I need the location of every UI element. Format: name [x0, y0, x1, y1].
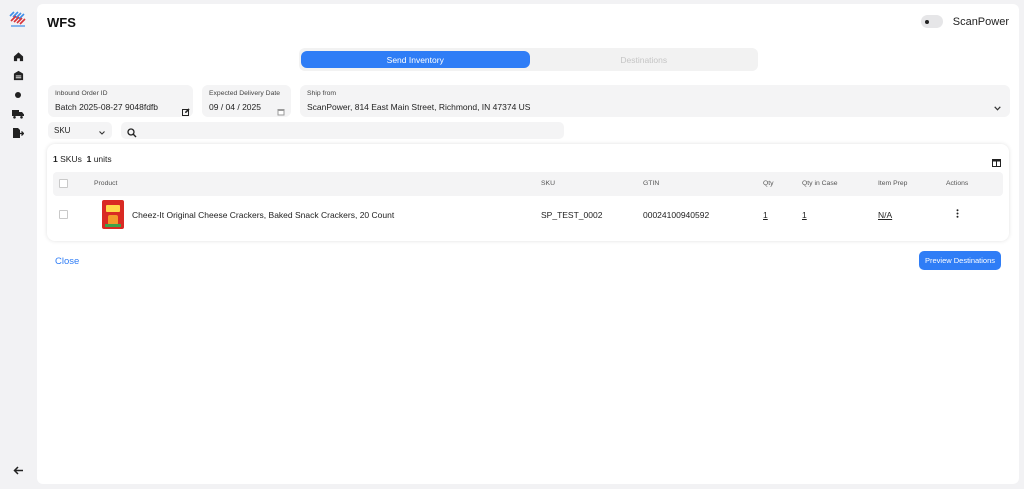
arrow-left-icon[interactable] — [11, 463, 25, 477]
inbound-order-id-field[interactable]: Inbound Order ID Batch 2025-08-27 9048fd… — [48, 85, 193, 117]
sku-value: SP_TEST_0002 — [541, 210, 603, 220]
expected-delivery-date-field[interactable]: Expected Delivery Date 09 / 04 / 2025 — [202, 85, 291, 117]
ship-from-label: Ship from — [307, 90, 337, 97]
columns-icon[interactable] — [992, 154, 1001, 172]
expected-delivery-date-label: Expected Delivery Date — [209, 90, 281, 97]
account-switcher: ScanPower — [920, 15, 1009, 28]
header-qty: Qty — [763, 180, 774, 187]
warehouse-icon[interactable] — [11, 68, 25, 82]
dot-icon[interactable] — [11, 88, 25, 102]
home-icon[interactable] — [11, 49, 25, 63]
unit-count: 1 — [86, 154, 92, 164]
inbound-order-id-label: Inbound Order ID — [55, 90, 108, 97]
close-link[interactable]: Close — [55, 256, 79, 267]
header-qty-in-case: Qty in Case — [802, 180, 838, 187]
item-prep-link[interactable]: N/A — [878, 210, 892, 220]
header-product: Product — [94, 180, 118, 187]
product-title: Cheez-It Original Cheese Crackers, Baked… — [132, 210, 395, 220]
sidebar — [0, 0, 36, 489]
search-field-value: SKU — [54, 126, 71, 135]
select-all-checkbox[interactable] — [59, 179, 68, 188]
logo-icon[interactable] — [9, 10, 27, 28]
expected-delivery-date-value: 09 / 04 / 2025 — [209, 102, 261, 112]
sku-count-label: SKUs — [60, 154, 82, 164]
search-field-select[interactable]: SKU — [48, 122, 112, 139]
product-image — [102, 200, 124, 229]
search-icon — [127, 125, 137, 143]
qty-link[interactable]: 1 — [763, 210, 768, 220]
main-panel: WFS ScanPower Send Inventory Destination… — [37, 4, 1019, 484]
inbound-order-id-value: Batch 2025-08-27 9048fdfb — [55, 102, 159, 112]
header-sku: SKU — [541, 180, 555, 187]
edit-icon[interactable] — [182, 103, 190, 121]
chevron-down-icon[interactable] — [994, 98, 1001, 116]
ship-from-select[interactable]: Ship from ScanPower, 814 East Main Stree… — [300, 85, 1010, 117]
tab-send-inventory[interactable]: Send Inventory — [301, 51, 530, 68]
row-checkbox[interactable] — [59, 210, 68, 219]
sku-count: 1 — [53, 154, 58, 164]
preview-destinations-button[interactable]: Preview Destinations — [919, 251, 1001, 270]
step-tabs: Send Inventory Destinations — [299, 48, 758, 71]
brand-name: ScanPower — [952, 15, 1009, 28]
scanpower-toggle[interactable] — [920, 15, 943, 28]
more-vertical-icon[interactable] — [956, 209, 959, 220]
gtin-value: 00024100940592 — [643, 210, 710, 220]
chevron-down-icon — [99, 128, 105, 137]
page-title: WFS — [47, 15, 76, 30]
ship-from-value: ScanPower, 814 East Main Street, Richmon… — [307, 102, 531, 112]
calendar-icon[interactable] — [277, 103, 285, 121]
header-gtin: GTIN — [643, 180, 660, 187]
qty-in-case-link[interactable]: 1 — [802, 210, 807, 220]
table-row: Cheez-It Original Cheese Crackers, Baked… — [53, 196, 1003, 234]
header-actions: Actions — [946, 180, 969, 187]
unit-count-label: units — [93, 154, 112, 164]
items-table-card: 1 SKUs 1 units Product SKU GTIN Qty Qty … — [47, 144, 1009, 241]
tab-destinations[interactable]: Destinations — [530, 48, 759, 71]
truck-icon[interactable] — [11, 107, 25, 121]
export-icon[interactable] — [11, 126, 25, 140]
search-box — [121, 122, 564, 139]
item-counts: 1 SKUs 1 units — [53, 154, 112, 164]
table-header: Product SKU GTIN Qty Qty in Case Item Pr… — [53, 172, 1003, 196]
header-item-prep: Item Prep — [878, 180, 908, 187]
search-input[interactable] — [141, 122, 556, 139]
